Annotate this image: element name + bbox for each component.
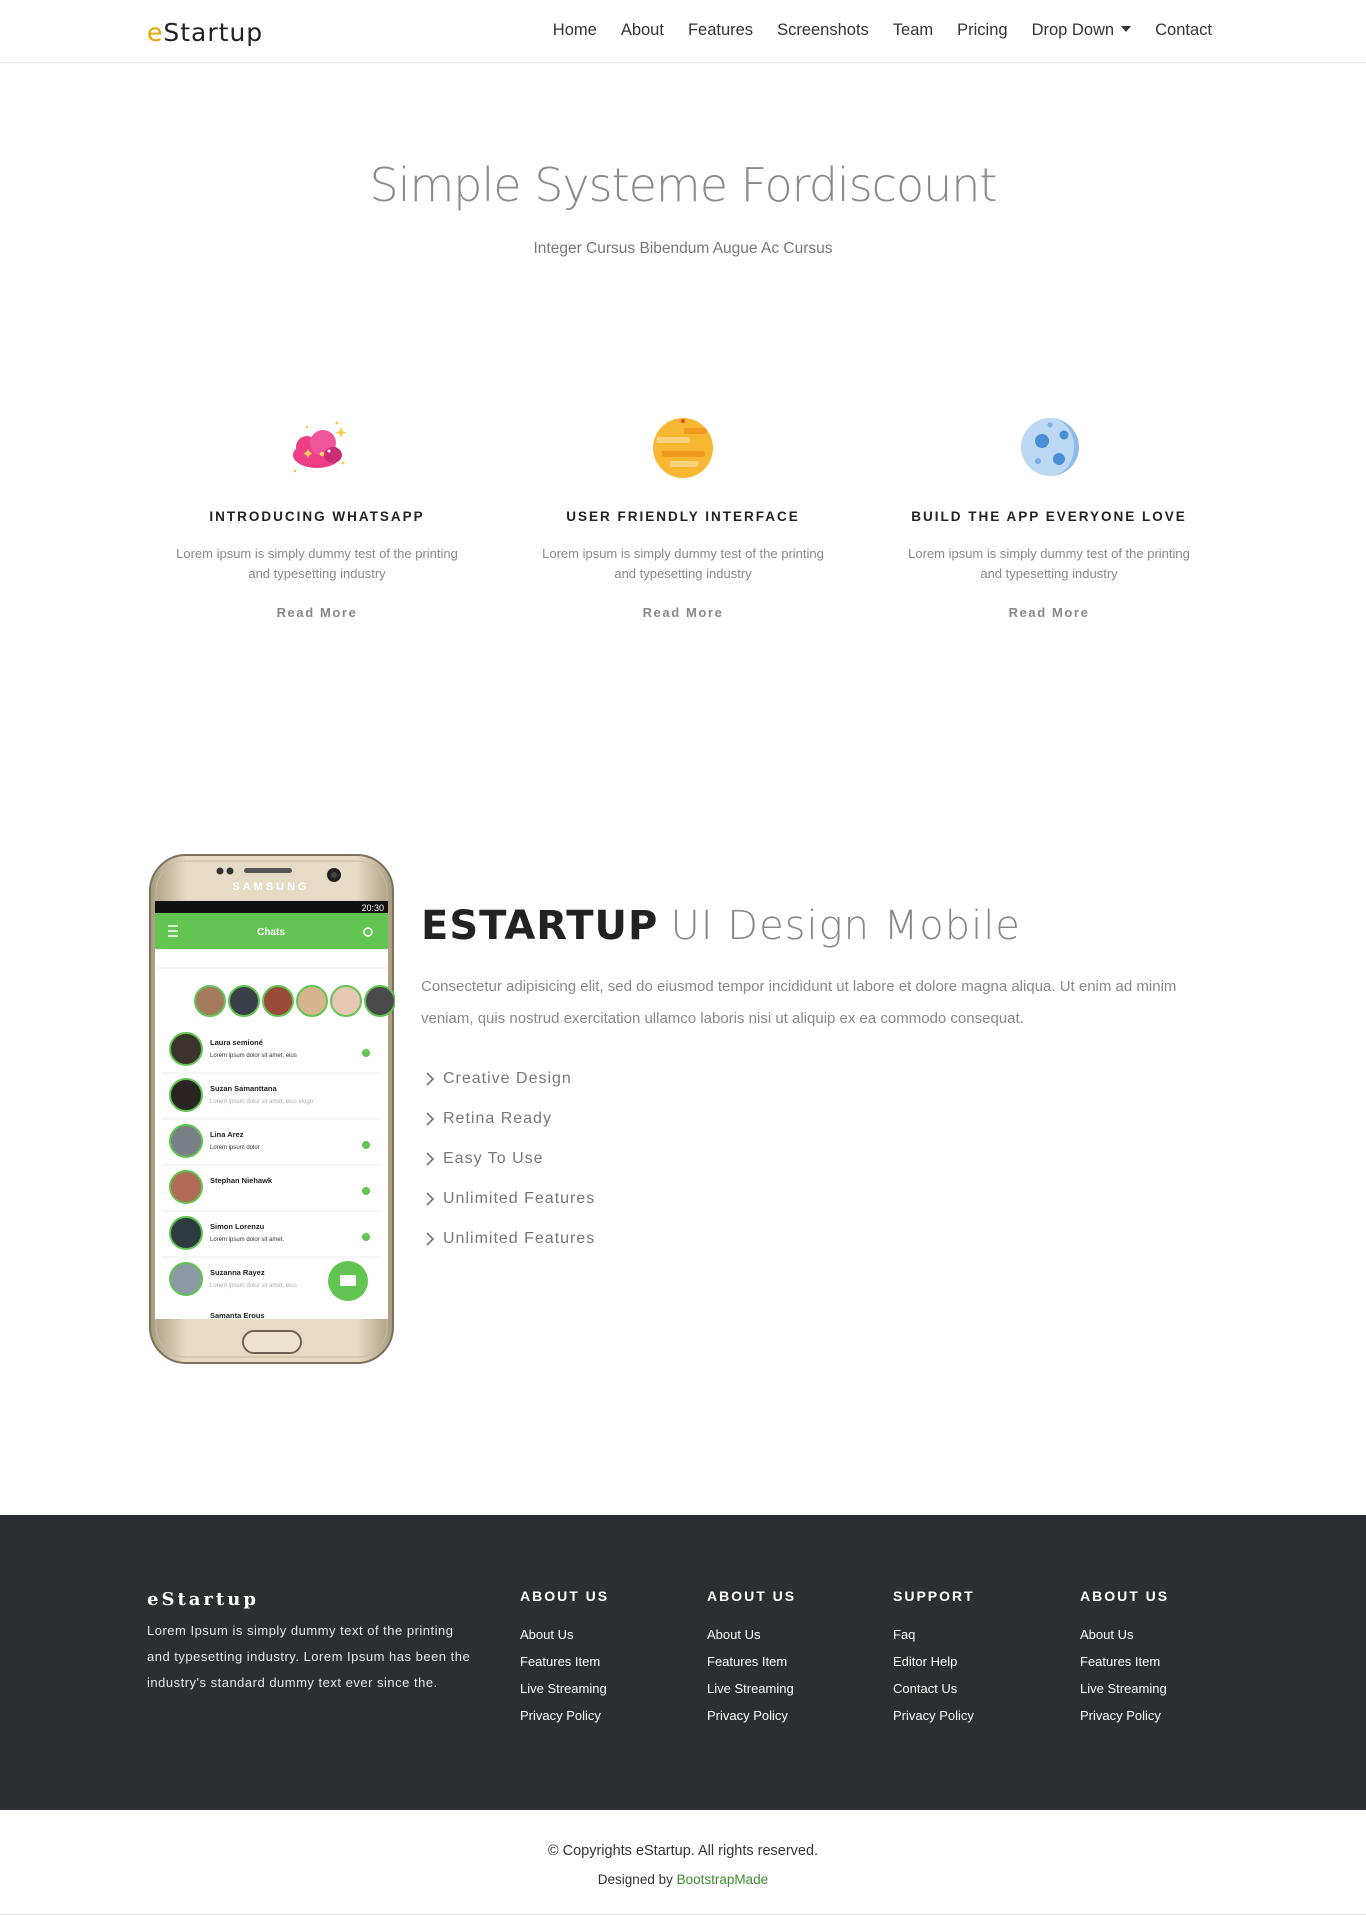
- feature-card-interface: USER FRIENDLY INTERFACE Lorem ipsum is s…: [513, 408, 853, 622]
- copyright-text: © Copyrights eStartup. All rights reserv…: [547, 1843, 819, 1859]
- footer-column-title: SUPPORT: [893, 1588, 975, 1604]
- site-logo[interactable]: eStartup: [147, 18, 263, 47]
- nav-features[interactable]: Features: [688, 21, 753, 40]
- chevron-right-icon: [426, 1232, 435, 1246]
- phone-brand: SAMSUNG: [232, 881, 309, 893]
- chevron-right-icon: [426, 1192, 435, 1206]
- footer-link[interactable]: About Us: [707, 1627, 760, 1642]
- nav-contact[interactable]: Contact: [1155, 21, 1212, 40]
- footer-link[interactable]: Features Item: [707, 1654, 787, 1669]
- chat-name: Lina Arez: [210, 1130, 244, 1139]
- planet-icon: [513, 408, 853, 488]
- chevron-right-icon: [426, 1072, 435, 1086]
- footer-link[interactable]: Faq: [893, 1627, 915, 1642]
- about-section: SAMSUNG 20:30 Chats Laura semioné Lorem …: [0, 763, 1366, 1515]
- hero-section: Simple Systeme Fordiscount Integer Cursu…: [0, 63, 1366, 763]
- about-text: ESTARTUP UI Design Mobile Consectetur ad…: [421, 903, 1211, 1259]
- phone-app-title: Chats: [257, 927, 285, 938]
- copyright-bar: © Copyrights eStartup. All rights reserv…: [0, 1810, 1366, 1915]
- list-item: Easy To Use: [421, 1139, 1211, 1179]
- phone-time: 20:30: [361, 903, 384, 913]
- nav-dropdown[interactable]: Drop Down: [1032, 21, 1132, 40]
- read-more-link[interactable]: Read More: [277, 605, 358, 620]
- feature-title: USER FRIENDLY INTERFACE: [566, 509, 800, 524]
- hero-title: Simple Systeme Fordiscount: [369, 158, 998, 212]
- phone-mockup-image: SAMSUNG 20:30 Chats Laura semioné Lorem …: [148, 853, 396, 1365]
- chat-name: Suzan Samanttana: [210, 1084, 278, 1093]
- nav-about[interactable]: About: [621, 21, 664, 40]
- nav-pricing[interactable]: Pricing: [957, 21, 1007, 40]
- chat-message: Lorem ipsum dolor: [210, 1145, 260, 1151]
- footer-column: ABOUT US About Us Features Item Live Str…: [1080, 1588, 1250, 1735]
- read-more-link[interactable]: Read More: [643, 605, 724, 620]
- footer-column: ABOUT US About Us Features Item Live Str…: [707, 1588, 877, 1735]
- footer-link[interactable]: Privacy Policy: [707, 1708, 788, 1723]
- list-item: Unlimited Features: [421, 1179, 1211, 1219]
- caret-down-icon: [1121, 26, 1132, 33]
- chat-message: Lorem ipsum dolor sit amet, eius elogn: [210, 1099, 313, 1105]
- chat-message: Lorem ipsum dolor sit amet, eius: [210, 1283, 297, 1289]
- chat-message: Lorem ipsum dolor sit amet.: [210, 1237, 284, 1243]
- footer-link[interactable]: Live Streaming: [707, 1681, 794, 1696]
- nav-home[interactable]: Home: [553, 21, 597, 40]
- chevron-right-icon: [426, 1112, 435, 1126]
- about-feature-list: Creative Design Retina Ready Easy To Use…: [421, 1059, 1211, 1259]
- footer-link[interactable]: Features Item: [1080, 1654, 1160, 1669]
- footer-brand: eStartup Lorem Ipsum is simply dummy tex…: [147, 1589, 477, 1696]
- feature-text: Lorem ipsum is simply dummy test of the …: [908, 546, 1190, 581]
- designer-link[interactable]: BootstrapMade: [677, 1872, 769, 1887]
- read-more-link[interactable]: Read More: [1009, 605, 1090, 620]
- list-item: Unlimited Features: [421, 1219, 1211, 1259]
- footer-column: SUPPORT Faq Editor Help Contact Us Priva…: [893, 1588, 1063, 1735]
- hero-subtitle: Integer Cursus Bibendum Augue Ac Cursus: [533, 240, 833, 257]
- footer-logo[interactable]: eStartup: [147, 1589, 477, 1610]
- main-nav: Home About Features Screenshots Team Pri…: [529, 21, 1212, 40]
- footer-column-title: ABOUT US: [707, 1588, 797, 1604]
- nav-screenshots[interactable]: Screenshots: [777, 21, 869, 40]
- chat-name: Suzanna Rayez: [210, 1268, 265, 1277]
- moon-icon: [879, 408, 1219, 488]
- footer-link[interactable]: Live Streaming: [1080, 1681, 1167, 1696]
- feature-title: BUILD THE APP EVERYONE LOVE: [911, 509, 1187, 524]
- footer-link[interactable]: About Us: [1080, 1627, 1133, 1642]
- chat-name: Laura semioné: [210, 1038, 263, 1047]
- footer-link[interactable]: About Us: [520, 1627, 573, 1642]
- chat-message: Lorem ipsum dolor sit amet, eius: [210, 1053, 297, 1059]
- designed-by: Designed by BootstrapMade: [597, 1872, 769, 1887]
- site-footer: eStartup Lorem Ipsum is simply dummy tex…: [0, 1515, 1366, 1810]
- chat-name: Simon Lorenzu: [210, 1222, 265, 1231]
- footer-column-title: ABOUT US: [520, 1588, 610, 1604]
- chat-name: Stephan Niehawk: [210, 1176, 273, 1185]
- site-header: eStartup Home About Features Screenshots…: [0, 0, 1366, 63]
- footer-column: ABOUT US About Us Features Item Live Str…: [520, 1588, 690, 1735]
- feature-card-build: BUILD THE APP EVERYONE LOVE Lorem ipsum …: [879, 408, 1219, 622]
- list-item: Creative Design: [421, 1059, 1211, 1099]
- feature-text: Lorem ipsum is simply dummy test of the …: [176, 546, 458, 581]
- feature-text: Lorem ipsum is simply dummy test of the …: [542, 546, 824, 581]
- footer-link[interactable]: Privacy Policy: [893, 1708, 974, 1723]
- cloud-icon: [147, 408, 487, 488]
- footer-link[interactable]: Contact Us: [893, 1681, 957, 1696]
- footer-link[interactable]: Live Streaming: [520, 1681, 607, 1696]
- footer-link[interactable]: Privacy Policy: [520, 1708, 601, 1723]
- footer-link[interactable]: Editor Help: [893, 1654, 957, 1669]
- footer-link[interactable]: Features Item: [520, 1654, 600, 1669]
- chat-name: Samanta Erous: [210, 1311, 265, 1320]
- list-item: Retina Ready: [421, 1099, 1211, 1139]
- chevron-right-icon: [426, 1152, 435, 1166]
- footer-text: Lorem Ipsum is simply dummy text of the …: [147, 1623, 471, 1690]
- feature-title: INTRODUCING WHATSAPP: [209, 509, 425, 524]
- about-description: Consectetur adipisicing elit, sed do eiu…: [421, 978, 1177, 1027]
- footer-link[interactable]: Privacy Policy: [1080, 1708, 1161, 1723]
- footer-column-title: ABOUT US: [1080, 1588, 1170, 1604]
- nav-dropdown-label: Drop Down: [1031, 21, 1115, 39]
- feature-card-whatsapp: INTRODUCING WHATSAPP Lorem ipsum is simp…: [147, 408, 487, 622]
- about-title: ESTARTUP UI Design Mobile: [421, 903, 1021, 949]
- nav-team[interactable]: Team: [893, 21, 933, 40]
